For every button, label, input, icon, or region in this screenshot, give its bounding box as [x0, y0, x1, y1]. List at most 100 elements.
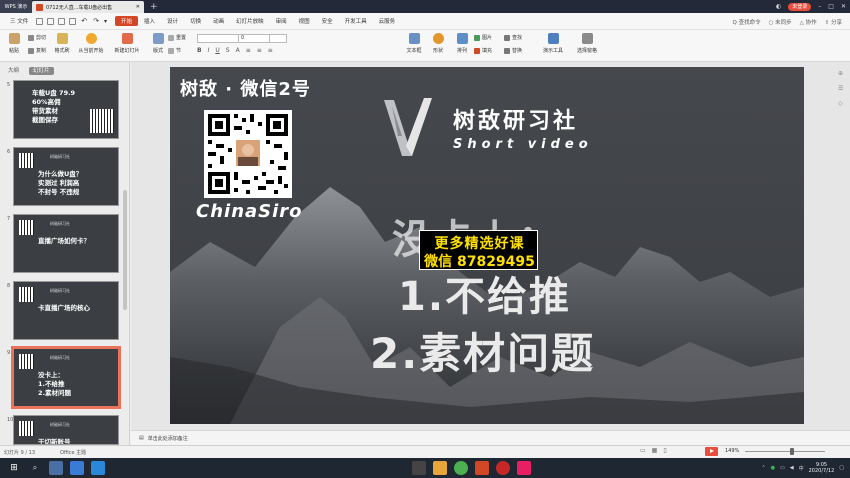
align-right-icon[interactable]: ≡: [268, 47, 273, 54]
menu-tab-design[interactable]: 设计: [161, 17, 184, 25]
menu-tab-cloud[interactable]: 云服务: [373, 17, 402, 25]
shape-button[interactable]: 形状: [426, 33, 450, 54]
menu-tab-animation[interactable]: 动画: [207, 17, 230, 25]
paste-button[interactable]: 粘贴: [2, 33, 26, 54]
sorter-view-icon[interactable]: ▦: [652, 447, 658, 454]
replace-button[interactable]: 替换: [504, 47, 522, 54]
normal-view-icon[interactable]: ▭: [640, 447, 646, 454]
search-icon[interactable]: ⌕: [28, 461, 42, 475]
quick-dropdown-icon[interactable]: ▾: [104, 18, 107, 25]
zoom-slider[interactable]: [745, 451, 825, 452]
play-from-current-button[interactable]: 从当前开始: [76, 33, 106, 54]
tray-up-icon[interactable]: ⌃: [761, 465, 765, 471]
reset-button[interactable]: 重置: [168, 34, 186, 41]
app-icon-2[interactable]: [91, 461, 105, 475]
side-tool-icon-1[interactable]: ⊕: [838, 70, 843, 77]
skin-icon[interactable]: ◐: [776, 3, 781, 10]
strike-icon[interactable]: S: [226, 47, 230, 54]
slide-thumbnail[interactable]: 树敌研习社 为什么做U盘？ 实测过 利润高 不封号 不违规: [13, 147, 119, 206]
wechat-tray-icon[interactable]: ●: [771, 465, 775, 471]
find-button[interactable]: 查找: [504, 34, 522, 41]
slideshow-play-button[interactable]: [705, 447, 718, 456]
font-size-field[interactable]: 0: [238, 34, 270, 43]
zoom-slider-knob[interactable]: [790, 448, 794, 455]
menu-tab-developer[interactable]: 开发工具: [339, 17, 373, 25]
menu-tab-view[interactable]: 视图: [293, 17, 316, 25]
new-slide-button[interactable]: 新建幻灯片: [112, 33, 142, 54]
login-button[interactable]: 未登录: [788, 2, 812, 11]
clock[interactable]: 9:05 2020/7/12: [809, 462, 835, 474]
redo-icon[interactable]: ↷: [93, 17, 99, 25]
app-icon-3[interactable]: [412, 461, 426, 475]
app-icon-4[interactable]: [517, 461, 531, 475]
sidebar-scrollbar[interactable]: [123, 190, 127, 310]
slide-thumbnail[interactable]: 树敌研习社 直播广场如何卡？: [13, 214, 119, 273]
minimize-icon[interactable]: –: [818, 3, 821, 10]
textbox-button[interactable]: 文本框: [402, 33, 426, 54]
align-left-icon[interactable]: ≡: [246, 47, 251, 54]
close-tab-icon[interactable]: ✕: [136, 4, 140, 10]
section-button[interactable]: 节: [168, 47, 181, 54]
quick-save-icon[interactable]: [36, 17, 44, 25]
maximize-icon[interactable]: □: [828, 3, 834, 10]
fill-button[interactable]: 填充: [474, 47, 492, 54]
layout-button[interactable]: 版式: [146, 33, 170, 54]
selection-pane-button[interactable]: 选择窗格: [572, 33, 602, 54]
quick-preview-icon[interactable]: [69, 17, 77, 25]
picture-button[interactable]: 图片: [474, 34, 492, 41]
tab-outline[interactable]: 大纲: [4, 67, 23, 75]
file-menu[interactable]: 三 文件: [4, 17, 34, 25]
italic-icon[interactable]: I: [208, 47, 210, 54]
side-tool-icon-2[interactable]: ☰: [838, 85, 843, 92]
align-center-icon[interactable]: ≡: [257, 47, 262, 54]
share-button[interactable]: ⇧ 分享: [825, 18, 842, 26]
menu-tab-slideshow[interactable]: 幻灯片放映: [230, 17, 270, 25]
thumbnail-text: 车载U盘 79.9: [32, 89, 76, 97]
windows-start-icon[interactable]: ⊞: [7, 461, 21, 475]
undo-icon[interactable]: ↶: [81, 17, 87, 25]
new-tab-plus-icon[interactable]: +: [150, 2, 158, 12]
slide-thumbnail[interactable]: 树敌研习社 没卡上： 1.不给推 2.素材问题: [11, 346, 121, 409]
close-window-icon[interactable]: ✕: [841, 3, 846, 10]
task-view-icon[interactable]: [49, 461, 63, 475]
font-color-icon[interactable]: A: [236, 47, 240, 54]
network-icon[interactable]: ▭: [780, 465, 785, 471]
current-slide[interactable]: 树敌 · 微信2号 ChinaSiro 树敌研习社 Short video 1.…: [170, 67, 804, 424]
chrome-icon[interactable]: [454, 461, 468, 475]
quick-print-icon[interactable]: [58, 17, 66, 25]
search-command[interactable]: Q 查找命令: [733, 18, 761, 26]
arrange-button[interactable]: 排列: [450, 33, 474, 54]
reading-view-icon[interactable]: ▯: [663, 447, 666, 454]
menu-tab-transition[interactable]: 切换: [184, 17, 207, 25]
slide-thumbnail[interactable]: 树敌研习社 干切新账号: [13, 415, 119, 445]
menu-tab-review[interactable]: 审阅: [270, 17, 293, 25]
slideshow-tools-button[interactable]: 演示工具: [538, 33, 568, 54]
menu-tab-insert[interactable]: 插入: [138, 17, 161, 25]
picture-icon: [474, 34, 480, 41]
document-tab[interactable]: 0712无人直...车载U盘必出售 ✕: [32, 1, 144, 13]
format-painter-button[interactable]: 格式刷: [50, 33, 74, 54]
cut-button[interactable]: 剪切: [28, 34, 46, 41]
file-explorer-icon[interactable]: [433, 461, 447, 475]
menu-tab-security[interactable]: 安全: [316, 17, 339, 25]
underline-icon[interactable]: U: [215, 47, 219, 54]
wps-presentation-icon[interactable]: [475, 461, 489, 475]
volume-icon[interactable]: ◀: [790, 465, 794, 471]
app-icon-1[interactable]: [70, 461, 84, 475]
input-language[interactable]: 中: [799, 465, 804, 472]
slide-thumbnail[interactable]: 车载U盘 79.9 60%高佣 带货素材 截图保存: [13, 80, 119, 139]
menu-tab-home[interactable]: 开始: [115, 16, 139, 26]
quick-open-icon[interactable]: [47, 17, 55, 25]
notes-pane[interactable]: ▤ 单击此处添加备注: [131, 430, 850, 445]
zoom-level[interactable]: 149%: [725, 448, 739, 454]
side-tool-icon-3[interactable]: ◇: [838, 100, 843, 107]
recorder-icon[interactable]: [496, 461, 510, 475]
bold-icon[interactable]: B: [197, 47, 202, 54]
slide-thumbnail[interactable]: 树敌研习社 卡直播广场的核心: [13, 281, 119, 340]
copy-button[interactable]: 复制: [28, 47, 46, 54]
sync-status[interactable]: ○ 未同步: [769, 18, 792, 26]
tab-slides[interactable]: 幻灯片: [29, 67, 54, 75]
app-menu-button[interactable]: WPS 演示: [0, 0, 32, 13]
collaborate-button[interactable]: △ 协作: [800, 18, 817, 26]
notification-icon[interactable]: ▢: [839, 465, 844, 471]
